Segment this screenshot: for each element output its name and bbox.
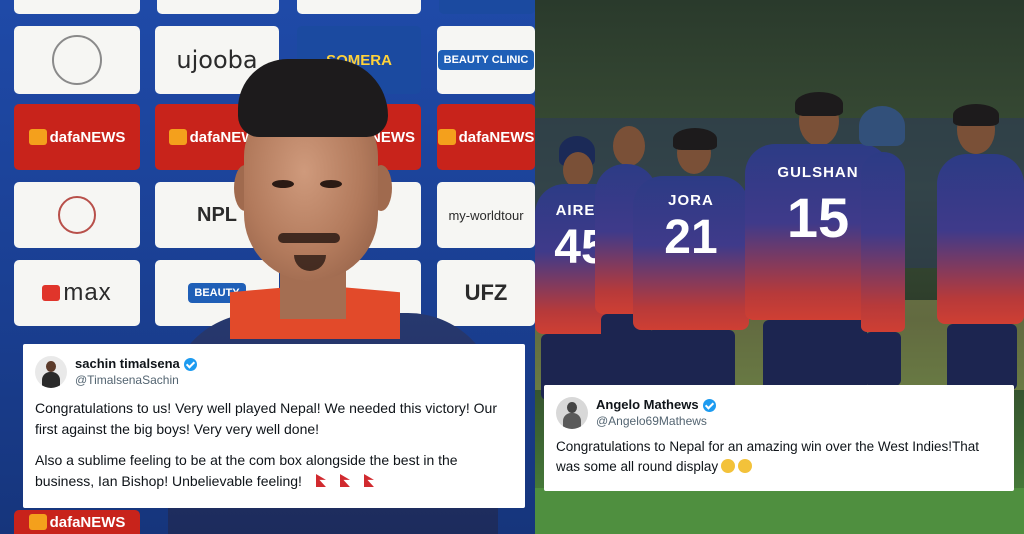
- nepal-flag-icon: [363, 474, 374, 487]
- tweet-handle[interactable]: @TimalsenaSachin: [75, 372, 197, 388]
- tweet-card-angelo[interactable]: Angelo Mathews @Angelo69Mathews Congratu…: [544, 385, 1014, 491]
- verified-badge-icon: [702, 398, 716, 412]
- nepal-flag-icon: [339, 474, 350, 487]
- clapping-hands-icon: [721, 459, 736, 473]
- sponsor-board-max: max: [14, 260, 140, 326]
- player-right: [923, 104, 1024, 390]
- tweet-header: Angelo Mathews @Angelo69Mathews: [556, 397, 1000, 429]
- emblem-icon: [58, 196, 96, 234]
- tweet-header: sachin timalsena @TimalsenaSachin: [35, 356, 511, 388]
- tweet-text: Congratulations to us! Very well played …: [35, 400, 497, 489]
- tweet-card-sachin[interactable]: sachin timalsena @TimalsenaSachin Congra…: [23, 344, 525, 508]
- player-wicketkeeper: [855, 106, 915, 386]
- tweet-text: Congratulations to Nepal for an amazing …: [556, 439, 979, 474]
- max-logo-icon: [42, 285, 61, 301]
- dafa-logo-icon: [28, 514, 47, 530]
- clapping-hands-icon: [738, 459, 753, 473]
- sponsor-board-dafanews: dafaNEWS: [14, 510, 140, 534]
- avatar[interactable]: [556, 397, 588, 429]
- sponsor-board: [157, 0, 279, 14]
- tweet-display-name[interactable]: Angelo Mathews: [596, 397, 716, 413]
- tweet-display-name[interactable]: sachin timalsena: [75, 356, 197, 372]
- avatar[interactable]: [35, 356, 67, 388]
- tweet-handle[interactable]: @Angelo69Mathews: [596, 413, 716, 429]
- sponsor-board: [14, 26, 140, 94]
- nepal-flag-icon: [315, 474, 326, 487]
- sponsor-board: [439, 0, 535, 14]
- sponsor-board-dafanews: dafaNEWS: [14, 104, 140, 170]
- sponsor-board: [14, 0, 140, 14]
- dafa-logo-icon: [28, 129, 47, 145]
- player-jora: JORA 21: [633, 128, 751, 390]
- verified-badge-icon: [183, 357, 197, 371]
- sponsor-board: [14, 182, 140, 248]
- emblem-icon: [52, 35, 102, 85]
- sponsor-board: [297, 0, 421, 14]
